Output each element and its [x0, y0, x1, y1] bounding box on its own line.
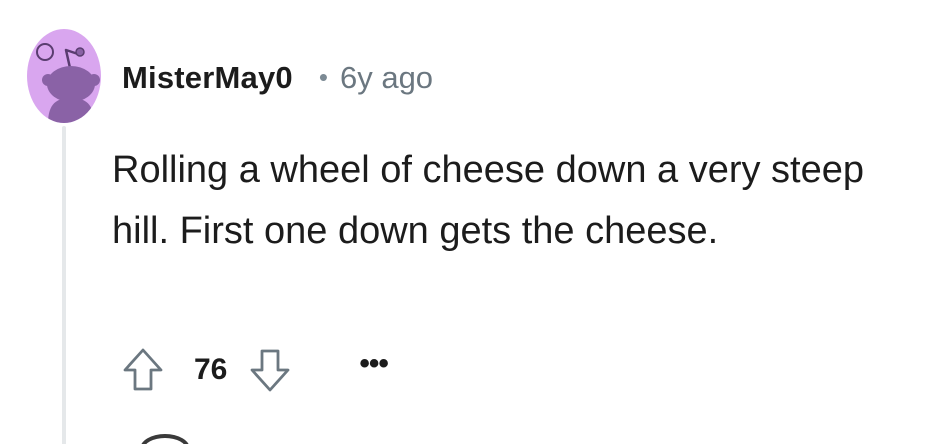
comment-actions: 76 ••• — [122, 342, 389, 398]
upvote-arrow-icon[interactable] — [122, 347, 164, 393]
more-options-icon[interactable]: ••• — [359, 347, 388, 381]
snoo-avatar-icon[interactable] — [26, 28, 102, 124]
comment-header: MisterMay0 • 6y ago — [122, 56, 433, 100]
thread-line[interactable] — [62, 126, 66, 444]
vote-count: 76 — [194, 353, 228, 386]
next-comment-avatar-peek — [140, 434, 190, 444]
timestamp[interactable]: 6y ago — [340, 60, 433, 96]
comment: MisterMay0 • 6y ago Rolling a wheel of c… — [0, 0, 928, 444]
downvote-arrow-icon[interactable] — [249, 347, 291, 393]
username-link[interactable]: MisterMay0 — [122, 60, 293, 96]
comment-body: Rolling a wheel of cheese down a very st… — [112, 149, 865, 252]
separator-dot: • — [318, 61, 328, 92]
